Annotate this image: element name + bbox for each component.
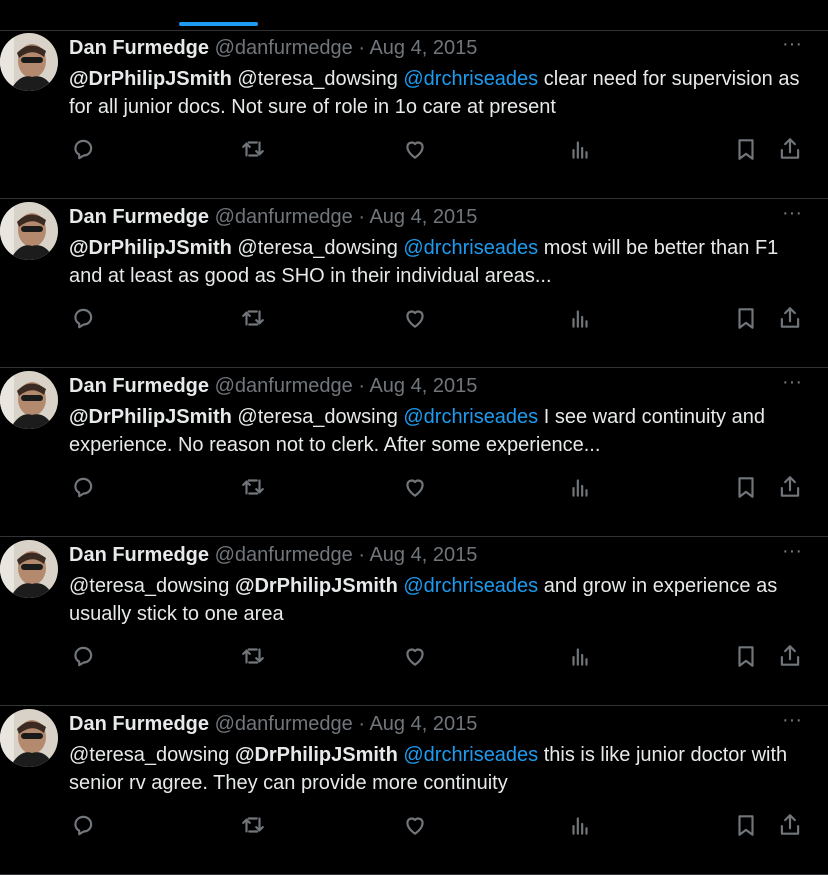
tweet[interactable]: Dan Furmedge @danfurmedge · Aug 4, 2015 … [0, 368, 828, 537]
mention-2[interactable]: @DrPhilipJSmith [235, 575, 398, 597]
bookmark-icon[interactable] [733, 812, 761, 840]
more-options-icon[interactable]: ··· [778, 710, 806, 734]
bookmark-icon[interactable] [733, 136, 761, 164]
mention-3[interactable]: @drchriseades [403, 406, 538, 428]
views-icon[interactable] [567, 305, 595, 333]
tweet-text: @DrPhilipJSmith @teresa_dowsing @drchris… [69, 234, 809, 290]
reply-icon[interactable] [70, 643, 98, 671]
heart-icon[interactable] [402, 812, 430, 840]
tweet-actions [0, 474, 828, 504]
separator-dot: · [358, 37, 365, 59]
views-icon[interactable] [567, 812, 595, 840]
mention-1[interactable]: @teresa_dowsing [69, 575, 229, 597]
author-handle[interactable]: @danfurmedge [215, 206, 353, 228]
mention-2[interactable]: @teresa_dowsing [237, 237, 397, 259]
heart-icon[interactable] [402, 305, 430, 333]
tweet-text: @DrPhilipJSmith @teresa_dowsing @drchris… [69, 65, 809, 121]
heart-icon[interactable] [402, 136, 430, 164]
tweet[interactable]: Dan Furmedge @danfurmedge · Aug 4, 2015 … [0, 30, 828, 199]
mention-1[interactable]: @DrPhilipJSmith [69, 406, 232, 428]
separator-dot: · [358, 713, 365, 735]
mention-3[interactable]: @drchriseades [403, 237, 538, 259]
share-icon[interactable] [777, 643, 805, 671]
reply-icon[interactable] [70, 474, 98, 502]
views-icon[interactable] [567, 643, 595, 671]
separator-dot: · [358, 375, 365, 397]
separator-dot: · [358, 544, 365, 566]
avatar[interactable] [0, 202, 58, 260]
tweet-header: Dan Furmedge @danfurmedge · Aug 4, 2015 [69, 711, 477, 737]
more-options-icon[interactable]: ··· [778, 372, 806, 396]
author-handle[interactable]: @danfurmedge [215, 375, 353, 397]
author-name[interactable]: Dan Furmedge [69, 544, 209, 566]
tweet-actions [0, 136, 828, 166]
heart-icon[interactable] [402, 474, 430, 502]
tweet-header: Dan Furmedge @danfurmedge · Aug 4, 2015 [69, 35, 477, 61]
tweet-text: @teresa_dowsing @DrPhilipJSmith @drchris… [69, 741, 809, 797]
heart-icon[interactable] [402, 643, 430, 671]
avatar[interactable] [0, 371, 58, 429]
tweet-date[interactable]: Aug 4, 2015 [369, 206, 477, 228]
tweet[interactable]: Dan Furmedge @danfurmedge · Aug 4, 2015 … [0, 706, 828, 875]
mention-2[interactable]: @teresa_dowsing [237, 406, 397, 428]
mention-1[interactable]: @teresa_dowsing [69, 744, 229, 766]
share-icon[interactable] [777, 136, 805, 164]
retweet-icon[interactable] [240, 136, 268, 164]
author-name[interactable]: Dan Furmedge [69, 375, 209, 397]
tweet-text: @teresa_dowsing @DrPhilipJSmith @drchris… [69, 572, 809, 628]
avatar[interactable] [0, 540, 58, 598]
tweet-date[interactable]: Aug 4, 2015 [369, 37, 477, 59]
mention-3[interactable]: @drchriseades [403, 575, 538, 597]
author-handle[interactable]: @danfurmedge [215, 544, 353, 566]
retweet-icon[interactable] [240, 643, 268, 671]
reply-icon[interactable] [70, 812, 98, 840]
separator-dot: · [358, 206, 365, 228]
author-handle[interactable]: @danfurmedge [215, 713, 353, 735]
views-icon[interactable] [567, 474, 595, 502]
author-handle[interactable]: @danfurmedge [215, 37, 353, 59]
tweet-actions [0, 305, 828, 335]
share-icon[interactable] [777, 474, 805, 502]
more-options-icon[interactable]: ··· [778, 541, 806, 565]
mention-3[interactable]: @drchriseades [403, 744, 538, 766]
active-tab-indicator [179, 22, 258, 26]
author-name[interactable]: Dan Furmedge [69, 206, 209, 228]
retweet-icon[interactable] [240, 474, 268, 502]
profile-tab-bar [0, 0, 828, 31]
more-options-icon[interactable]: ··· [778, 34, 806, 58]
bookmark-icon[interactable] [733, 474, 761, 502]
more-options-icon[interactable]: ··· [778, 203, 806, 227]
avatar[interactable] [0, 709, 58, 767]
reply-icon[interactable] [70, 136, 98, 164]
mention-1[interactable]: @DrPhilipJSmith [69, 68, 232, 90]
tweet[interactable]: Dan Furmedge @danfurmedge · Aug 4, 2015 … [0, 199, 828, 368]
mention-1[interactable]: @DrPhilipJSmith [69, 237, 232, 259]
mention-3[interactable]: @drchriseades [403, 68, 538, 90]
bookmark-icon[interactable] [733, 643, 761, 671]
tweet-header: Dan Furmedge @danfurmedge · Aug 4, 2015 [69, 204, 477, 230]
author-name[interactable]: Dan Furmedge [69, 37, 209, 59]
tweet-date[interactable]: Aug 4, 2015 [369, 375, 477, 397]
share-icon[interactable] [777, 812, 805, 840]
bookmark-icon[interactable] [733, 305, 761, 333]
mention-2[interactable]: @teresa_dowsing [237, 68, 397, 90]
tweet-header: Dan Furmedge @danfurmedge · Aug 4, 2015 [69, 542, 477, 568]
tweet-date[interactable]: Aug 4, 2015 [369, 713, 477, 735]
author-name[interactable]: Dan Furmedge [69, 713, 209, 735]
retweet-icon[interactable] [240, 812, 268, 840]
retweet-icon[interactable] [240, 305, 268, 333]
tweet-date[interactable]: Aug 4, 2015 [369, 544, 477, 566]
avatar[interactable] [0, 33, 58, 91]
tweet[interactable]: Dan Furmedge @danfurmedge · Aug 4, 2015 … [0, 537, 828, 706]
tweet-text: @DrPhilipJSmith @teresa_dowsing @drchris… [69, 403, 809, 459]
mention-2[interactable]: @DrPhilipJSmith [235, 744, 398, 766]
tweet-header: Dan Furmedge @danfurmedge · Aug 4, 2015 [69, 373, 477, 399]
share-icon[interactable] [777, 305, 805, 333]
tweet-actions [0, 812, 828, 842]
tweet-actions [0, 643, 828, 673]
views-icon[interactable] [567, 136, 595, 164]
reply-icon[interactable] [70, 305, 98, 333]
